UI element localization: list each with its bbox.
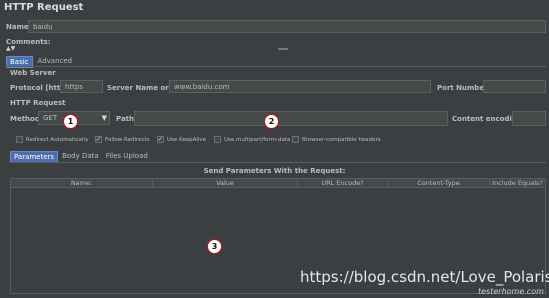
name-input[interactable]: baidu: [28, 20, 546, 33]
http-request-section-label: HTTP Request: [10, 99, 66, 107]
splitter-handle[interactable]: [278, 48, 288, 50]
option-label: Use multipart/form-data: [224, 136, 291, 143]
checkbox-icon[interactable]: [16, 136, 23, 143]
server-input-value: www.baidu.com: [174, 82, 230, 91]
column-header-url-encode[interactable]: URL Encode?: [298, 179, 388, 187]
option-label: Redirect Automatically: [26, 136, 89, 143]
option-label: Follow Redirects: [105, 136, 150, 143]
web-server-section-label: Web Server: [10, 69, 56, 77]
tab-divider: [6, 66, 546, 67]
annotation-badge-3: 3: [207, 239, 222, 254]
option-redirect-automatically[interactable]: Redirect Automatically: [16, 136, 88, 143]
column-header-content-type[interactable]: Content-Type: [388, 179, 490, 187]
content-encoding-input[interactable]: [512, 111, 546, 126]
protocol-input-value: https: [65, 82, 84, 91]
column-header-include-equals[interactable]: Include Equals?: [490, 179, 545, 187]
sub-tab-divider: [10, 162, 546, 163]
chevron-down-icon[interactable]: ▼: [102, 114, 107, 122]
server-input[interactable]: www.baidu.com: [169, 80, 431, 93]
port-input[interactable]: [483, 80, 546, 93]
name-input-value: baidu: [33, 22, 53, 31]
checkbox-checked-icon[interactable]: ✓: [157, 136, 164, 143]
path-input[interactable]: [134, 111, 448, 126]
checkbox-icon[interactable]: [292, 136, 299, 143]
protocol-input[interactable]: https: [60, 80, 103, 93]
panel-title: HTTP Request: [4, 2, 84, 13]
watermark-url: https://blog.csdn.net/Love_Polaris: [300, 268, 549, 286]
option-use-multipart[interactable]: Use multipart/form-data: [214, 136, 290, 143]
option-use-keepalive[interactable]: ✓ Use KeepAlive: [157, 136, 206, 143]
annotation-badge-1: 1: [63, 114, 78, 129]
option-follow-redirects[interactable]: ✓ Follow Redirects: [95, 136, 150, 143]
checkbox-checked-icon[interactable]: ✓: [95, 136, 102, 143]
checkbox-icon[interactable]: [214, 136, 221, 143]
parameters-heading: Send Parameters With the Request:: [203, 167, 346, 175]
table-header-row: Name: Value URL Encode? Content-Type Inc…: [11, 179, 545, 188]
watermark-logo: testerhome.com: [478, 287, 544, 296]
option-label: Browser-compatible headers: [302, 136, 381, 143]
collapse-expand-icon[interactable]: ▲▼: [6, 45, 15, 52]
annotation-badge-2: 2: [264, 114, 279, 129]
method-select-value: GET: [43, 114, 58, 122]
column-header-value[interactable]: Value: [153, 179, 298, 187]
option-label: Use KeepAlive: [167, 136, 207, 143]
option-browser-compatible[interactable]: Browser-compatible headers: [292, 136, 381, 143]
column-header-name[interactable]: Name:: [11, 179, 153, 187]
